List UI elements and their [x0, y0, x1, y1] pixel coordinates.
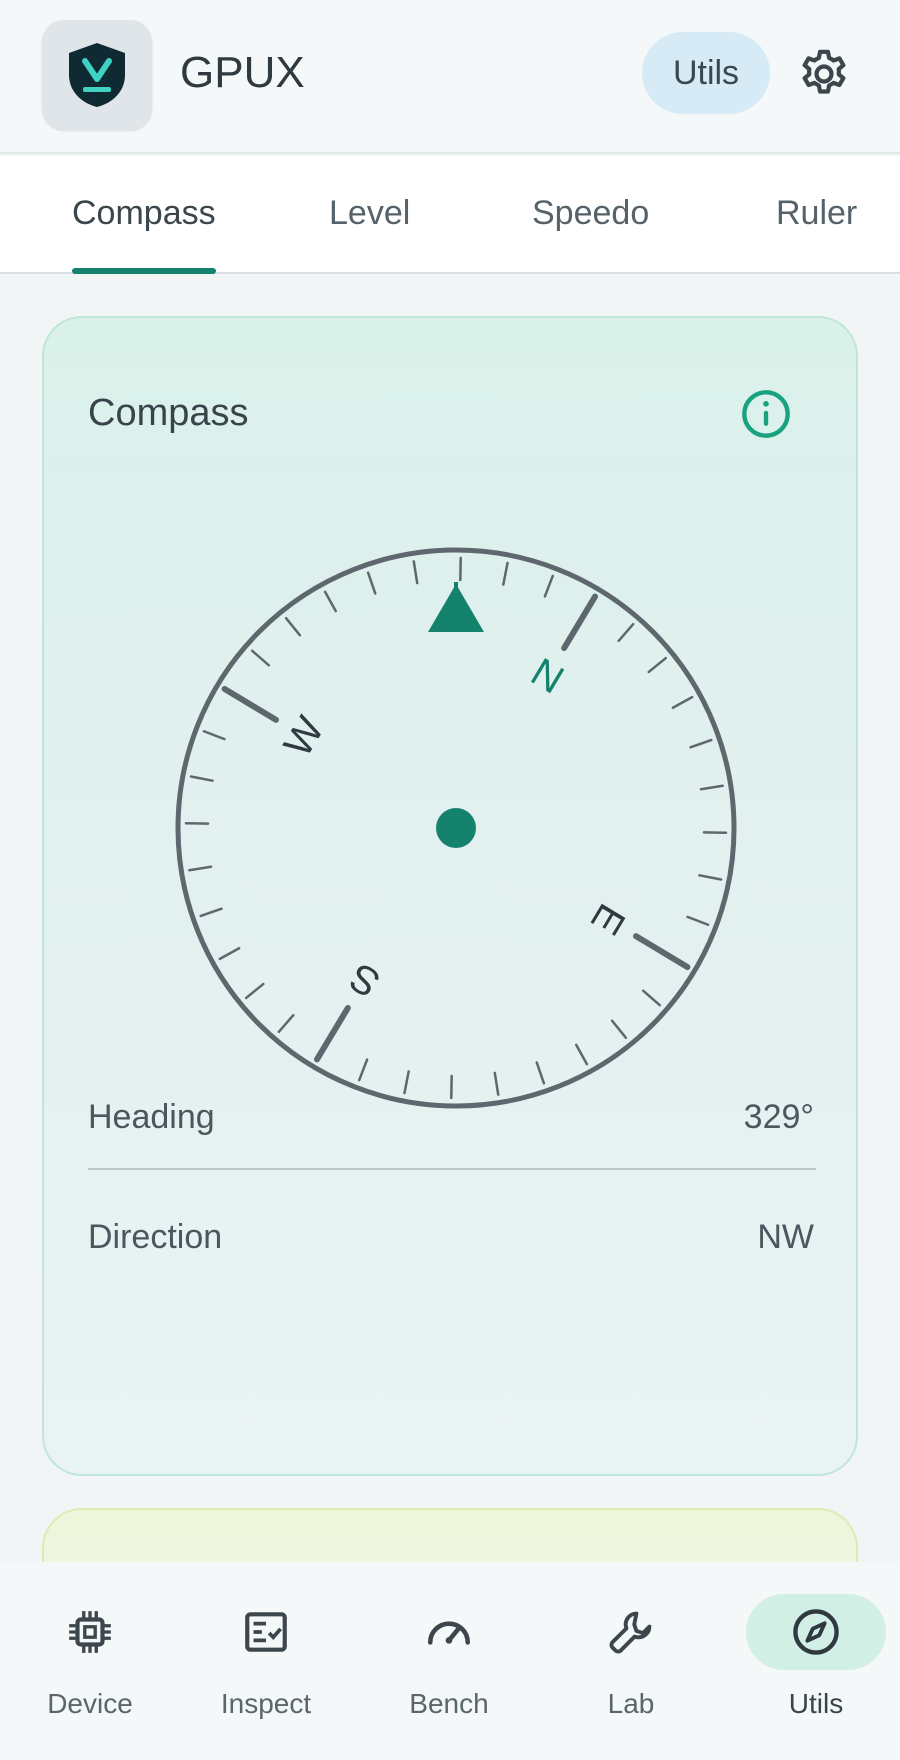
dial-minor-tick [403, 1070, 410, 1095]
dial-minor-tick [218, 946, 241, 961]
cardinal-label-e: E [582, 896, 633, 942]
direction-label: Direction [88, 1218, 223, 1256]
nav-device[interactable]: Device [0, 1562, 180, 1760]
nav-icon-holder [196, 1594, 336, 1670]
cardinal-label-s: S [342, 954, 388, 1005]
dial-minor-tick [493, 1071, 500, 1096]
dial-major-tick [221, 685, 279, 723]
nav-icon-holder [746, 1594, 886, 1670]
dial-minor-tick [617, 622, 635, 643]
compass-icon [793, 1609, 839, 1655]
dial-minor-tick [202, 729, 226, 741]
dial-minor-tick [641, 989, 662, 1007]
dial-minor-tick [277, 1013, 295, 1034]
dial-center-dot [436, 808, 476, 848]
direction-value: NW [757, 1218, 814, 1256]
dial-minor-tick [366, 571, 377, 595]
speedometer-icon [427, 1621, 471, 1645]
dial-major-tick [561, 593, 599, 651]
app-logo[interactable] [42, 20, 152, 130]
dial-minor-tick [412, 560, 419, 585]
cardinal-label-w: W [276, 709, 333, 764]
nav-icon-holder [20, 1594, 160, 1670]
nav-utils[interactable]: Utils [726, 1562, 900, 1760]
dial-minor-tick [671, 695, 694, 710]
info-icon[interactable] [740, 388, 792, 440]
utils-chip[interactable]: Utils [642, 32, 770, 114]
north-pointer-icon [428, 584, 484, 632]
dial-minor-tick [647, 656, 668, 674]
dial-minor-tick [323, 590, 338, 613]
shield-v-logo-icon [69, 43, 125, 107]
dial-minor-tick [689, 738, 713, 749]
gear-icon[interactable] [796, 46, 852, 102]
nav-bench[interactable]: Bench [359, 1562, 539, 1760]
row-divider [88, 1168, 816, 1170]
nav-label: Device [47, 1688, 133, 1719]
bottom-navigation: Device Inspect Bench Lab Utils [0, 1562, 900, 1760]
compass-dial: N E S W [175, 547, 737, 1109]
dial-minor-tick [610, 1019, 628, 1040]
wrench-icon [609, 1611, 652, 1654]
nav-lab[interactable]: Lab [541, 1562, 721, 1760]
heading-value: 329° [743, 1098, 814, 1136]
dial-minor-tick [502, 561, 509, 586]
tab-ruler[interactable]: Ruler [776, 194, 857, 233]
nav-label: Bench [409, 1688, 489, 1719]
active-tab-indicator [72, 268, 216, 274]
nav-label: Inspect [220, 1688, 312, 1719]
nav-inspect[interactable]: Inspect [176, 1562, 356, 1760]
dial-minor-tick [188, 865, 213, 872]
dial-minor-tick [698, 874, 723, 881]
dial-minor-tick [357, 1058, 369, 1082]
nav-icon-holder [379, 1594, 519, 1670]
nav-label: Lab [607, 1688, 655, 1719]
nav-label: Utils [788, 1688, 844, 1719]
dial-minor-tick [535, 1061, 546, 1085]
dial-minor-tick [199, 907, 223, 918]
card-title: Compass [88, 392, 249, 434]
tab-compass[interactable]: Compass [72, 194, 216, 233]
app-title: GPUX [180, 48, 305, 97]
dial-minor-tick [189, 775, 214, 782]
compass-card: Compass N E S W Heading 329° Direction NW [42, 316, 858, 1476]
tab-speedo[interactable]: Speedo [532, 194, 649, 233]
dial-minor-tick [250, 649, 271, 667]
dial-major-tick [633, 933, 691, 971]
compass-dial-container: N E S W [166, 538, 746, 1118]
app-header: GPUX Utils [0, 0, 900, 154]
dial-minor-tick [284, 616, 302, 637]
cardinal-label-n: N [523, 650, 570, 703]
dial-minor-tick [574, 1043, 589, 1066]
dial-minor-tick [686, 915, 710, 927]
chip-icon [69, 1611, 111, 1653]
tab-bar: Compass Level Speedo Ruler [0, 156, 900, 274]
checklist-icon [245, 1612, 287, 1652]
dial-major-tick [313, 1005, 351, 1063]
heading-label: Heading [88, 1098, 215, 1136]
dial-minor-tick [543, 574, 555, 598]
dial-minor-tick [244, 982, 265, 1000]
tab-level[interactable]: Level [329, 194, 410, 233]
nav-icon-holder [561, 1594, 701, 1670]
dial-minor-tick [699, 784, 724, 791]
